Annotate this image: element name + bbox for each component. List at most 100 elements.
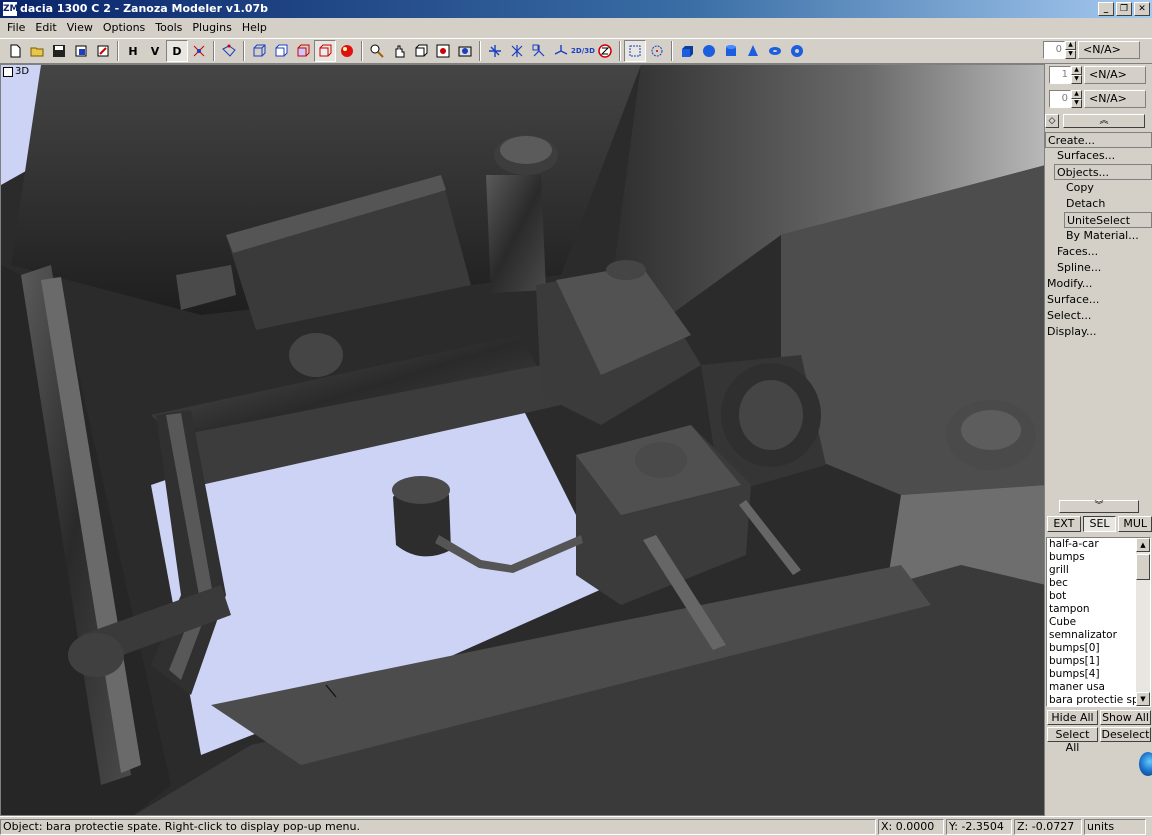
vertex-mode-icon[interactable] <box>218 40 240 62</box>
cube-smooth-icon[interactable] <box>314 40 336 62</box>
menu-tools[interactable]: Tools <box>150 18 187 38</box>
tree-item-uniteselect[interactable]: UniteSelect <box>1064 212 1152 228</box>
expand-left-icon[interactable]: ◇ <box>1045 114 1059 128</box>
viewport-label[interactable]: 3D <box>3 66 29 77</box>
tree-item-surface[interactable]: Surface... <box>1045 292 1152 308</box>
restore-button[interactable]: ❐ <box>1116 2 1132 16</box>
list-item[interactable]: bumps[0] <box>1047 642 1137 655</box>
menu-help[interactable]: Help <box>237 18 272 38</box>
status-message: Object: bara protectie spate. Right-clic… <box>0 818 876 835</box>
tree-item-objects[interactable]: Objects... <box>1054 164 1152 180</box>
tree-item-modify[interactable]: Modify... <box>1045 276 1152 292</box>
show-all-button[interactable]: Show All <box>1100 710 1151 725</box>
new-file-icon[interactable] <box>4 40 26 62</box>
move-icon[interactable] <box>484 40 506 62</box>
status-units: units <box>1084 818 1146 835</box>
open-folder-icon[interactable] <box>26 40 48 62</box>
toolbar-separator <box>479 41 481 61</box>
list-item[interactable]: bot <box>1047 590 1137 603</box>
view-v-button[interactable]: V <box>144 40 166 62</box>
camera-icon[interactable] <box>454 40 476 62</box>
list-item[interactable]: bumps[1] <box>1047 655 1137 668</box>
create-cone-icon[interactable] <box>742 40 764 62</box>
object-list-scrollbar[interactable]: ▲ ▼ <box>1136 538 1150 706</box>
select-all-button[interactable]: Select All <box>1047 727 1098 754</box>
object-list[interactable]: half-a-car bumps grill bec bot tampon Cu… <box>1046 537 1151 707</box>
circle-select-icon[interactable] <box>646 40 668 62</box>
tree-item-detach[interactable]: Detach <box>1045 196 1152 212</box>
side-panel: ◇ ︽ Create... Surfaces... Objects... Cop… <box>1045 64 1152 816</box>
spinner-arrows[interactable]: ▲ ▼ <box>1065 41 1076 59</box>
tree-item-create[interactable]: Create... <box>1045 132 1152 148</box>
zoom-extents-icon[interactable] <box>432 40 454 62</box>
globe-icon[interactable] <box>1139 752 1152 776</box>
spinner-value[interactable]: 0 <box>1043 41 1065 59</box>
cube-hidden-icon[interactable] <box>270 40 292 62</box>
minimize-button[interactable]: _ <box>1098 2 1114 16</box>
scroll-up-arrow-icon[interactable]: ▲ <box>1136 538 1150 552</box>
toggle-2d-3d-button[interactable]: 2D/3D <box>571 40 595 62</box>
scroll-down-icon[interactable]: ︾ <box>1059 500 1139 513</box>
list-item[interactable]: bumps <box>1047 551 1137 564</box>
create-cylinder-icon[interactable] <box>720 40 742 62</box>
create-box-icon[interactable] <box>676 40 698 62</box>
toolbar-separator <box>213 41 215 61</box>
view-d-button[interactable]: D <box>166 40 188 62</box>
create-sphere-icon[interactable] <box>698 40 720 62</box>
list-item[interactable]: half-a-car <box>1047 538 1137 551</box>
viewport-menu-icon[interactable] <box>3 66 13 77</box>
axis-gizmo-icon[interactable] <box>550 40 572 62</box>
list-item[interactable]: grill <box>1047 564 1137 577</box>
menu-file[interactable]: File <box>2 18 30 38</box>
hide-all-button[interactable]: Hide All <box>1047 710 1098 725</box>
list-item[interactable]: bumps[4] <box>1047 668 1137 681</box>
cube-wire-icon[interactable] <box>248 40 270 62</box>
menu-edit[interactable]: Edit <box>30 18 61 38</box>
deselect-button[interactable]: Deselect <box>1100 727 1151 742</box>
viewport-3d[interactable]: 3D <box>0 64 1045 816</box>
scroll-up-icon[interactable]: ︽ <box>1063 114 1145 128</box>
export-icon[interactable] <box>92 40 114 62</box>
scene-render <box>1 65 1044 815</box>
tree-item-faces[interactable]: Faces... <box>1045 244 1152 260</box>
command-tree: Create... Surfaces... Objects... Copy De… <box>1045 132 1152 340</box>
mode-sel-button[interactable]: SEL <box>1082 516 1117 532</box>
axes-icon[interactable] <box>188 40 210 62</box>
menu-options[interactable]: Options <box>98 18 150 38</box>
list-item[interactable]: tampon <box>1047 603 1137 616</box>
tree-item-select[interactable]: Select... <box>1045 308 1152 324</box>
view-h-button[interactable]: H <box>122 40 144 62</box>
list-item[interactable]: maner usa <box>1047 681 1137 694</box>
menu-view[interactable]: View <box>62 18 98 38</box>
tree-item-surfaces[interactable]: Surfaces... <box>1045 148 1152 164</box>
scroll-down-arrow-icon[interactable]: ▼ <box>1136 692 1150 706</box>
rect-select-icon[interactable] <box>624 40 646 62</box>
import-icon[interactable] <box>70 40 92 62</box>
tree-item-by-material[interactable]: By Material... <box>1045 228 1152 244</box>
scrollbar-thumb[interactable] <box>1136 554 1150 580</box>
list-item[interactable]: bara protectie spate <box>1047 694 1137 706</box>
mode-ext-button[interactable]: EXT <box>1047 516 1081 532</box>
cube-flat-icon[interactable] <box>292 40 314 62</box>
tree-item-copy[interactable]: Copy <box>1045 180 1152 196</box>
create-tube-icon[interactable] <box>786 40 808 62</box>
list-item[interactable]: semnalizator <box>1047 629 1137 642</box>
menu-plugins[interactable]: Plugins <box>187 18 236 38</box>
save-icon[interactable] <box>48 40 70 62</box>
zoom-icon[interactable] <box>366 40 388 62</box>
pan-hand-icon[interactable] <box>388 40 410 62</box>
rotate-box-icon[interactable] <box>410 40 432 62</box>
status-x: X: 0.0000 <box>878 818 944 835</box>
create-torus-icon[interactable] <box>764 40 786 62</box>
rotate-icon[interactable] <box>528 40 550 62</box>
scale-icon[interactable] <box>506 40 528 62</box>
list-item[interactable]: Cube <box>1047 616 1137 629</box>
material-sphere-icon[interactable] <box>336 40 358 62</box>
mode-mul-button[interactable]: MUL <box>1118 516 1152 532</box>
list-item[interactable]: bec <box>1047 577 1137 590</box>
snap-z-icon[interactable] <box>594 40 616 62</box>
app-icon[interactable]: ZM <box>3 2 18 16</box>
tree-item-spline[interactable]: Spline... <box>1045 260 1152 276</box>
close-button[interactable]: ✕ <box>1134 2 1150 16</box>
tree-item-display[interactable]: Display... <box>1045 324 1152 340</box>
